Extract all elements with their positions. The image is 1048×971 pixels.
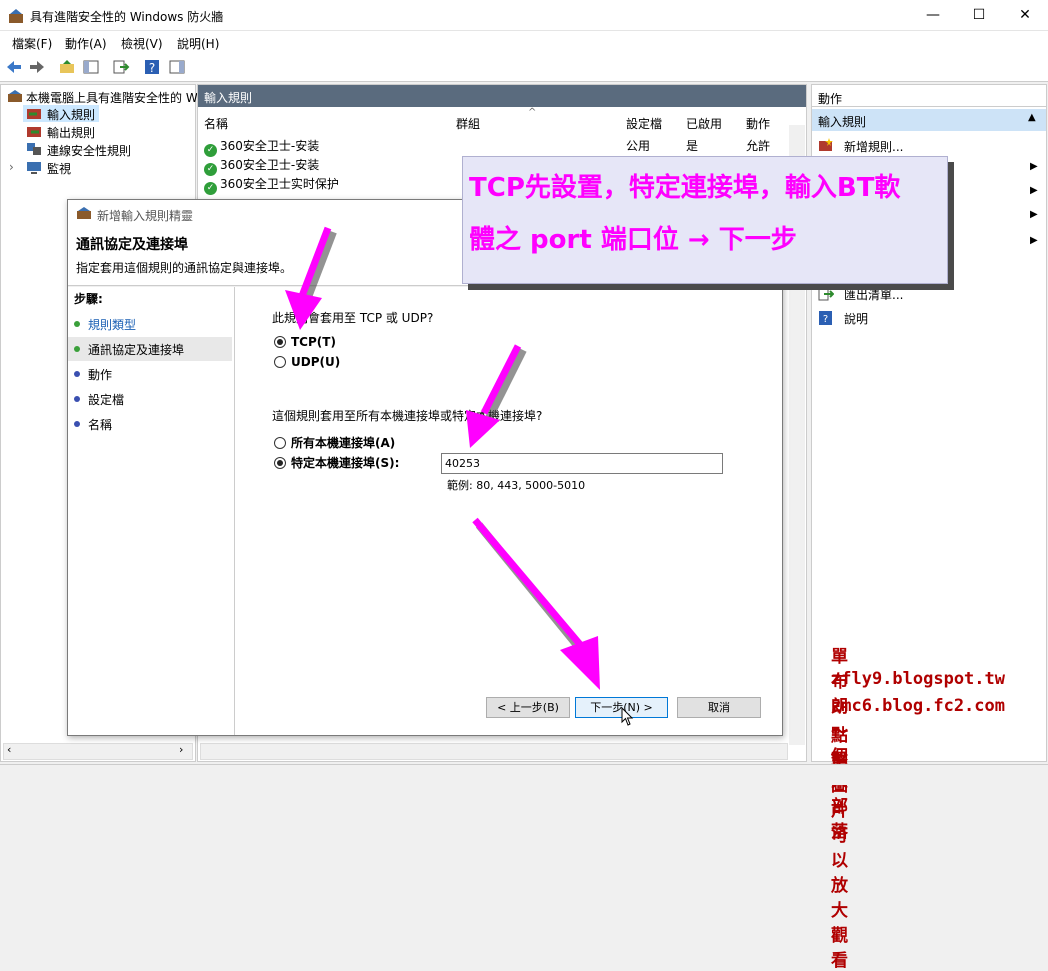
signature-line: zmc6.blog.fc2.com [831, 696, 1005, 716]
maximize-button[interactable]: ☐ [956, 0, 1002, 31]
tree-expand-chevron-icon[interactable]: › [9, 160, 14, 174]
menu-action[interactable]: 動作(A) [65, 35, 107, 52]
connection-security-icon [27, 143, 41, 155]
tree-item-monitor[interactable]: 監視 [47, 160, 71, 177]
minimize-button[interactable]: — [910, 0, 956, 31]
rule-action: 允許 [746, 139, 771, 153]
new-rule-icon [819, 138, 833, 151]
firewall-icon [8, 90, 22, 102]
wizard-subheading: 指定套用這個規則的通訊協定與連接埠。 [76, 261, 293, 275]
forward-arrow-icon[interactable] [28, 58, 46, 76]
firewall-app-icon [9, 9, 23, 23]
outbound-rule-icon [27, 127, 41, 137]
udp-radio[interactable]: UDP(U) [274, 355, 340, 369]
step-name: 名稱 [74, 416, 112, 433]
protocol-question: 此規則會套用至 TCP 或 UDP? [272, 311, 434, 325]
help-icon: ? [819, 311, 832, 325]
mouse-cursor-icon [621, 707, 634, 726]
annotation-callout: TCP先設置，特定連接埠，輸入BT軟 體之 port 端口位 → 下一步 [462, 156, 948, 284]
signature-line: 點擊圖片可以放大觀看 [831, 726, 848, 971]
step-profile: 設定檔 [74, 391, 124, 408]
collapse-triangle-icon[interactable]: ▲ [1028, 112, 1036, 123]
tcp-radio[interactable]: TCP(T) [274, 335, 336, 349]
title-bar: 具有進階安全性的 Windows 防火牆 — ☐ ✕ [0, 0, 1048, 31]
callout-line-2: 體之 port 端口位 → 下一步 [469, 225, 797, 255]
rule-profile: 公用 [626, 139, 651, 153]
svg-text:?: ? [823, 314, 828, 325]
submenu-arrow-icon[interactable]: ▶ [1030, 161, 1038, 172]
actions-section-label: 輸入規則 [818, 115, 867, 129]
menu-bar: 檔案(F) 動作(A) 檢視(V) 說明(H) [0, 31, 1048, 53]
specific-ports-radio[interactable]: 特定本機連接埠(S): [274, 454, 399, 471]
menu-file[interactable]: 檔案(F) [12, 35, 52, 52]
tree-item-outbound[interactable]: 輸出規則 [47, 124, 95, 141]
back-arrow-icon[interactable] [5, 58, 23, 76]
callout-line-1: TCP先設置，特定連接埠，輸入BT軟 [469, 173, 901, 203]
table-row[interactable]: ✓ 360安全卫士-安装 [204, 156, 319, 176]
action-export-list[interactable]: 匯出清單... [844, 286, 903, 303]
wizard-title: 新增輸入規則精靈 [97, 209, 194, 223]
step-rule-type[interactable]: 規則類型 [74, 316, 136, 333]
rule-name: 360安全卫士-安装 [220, 139, 320, 153]
port-example: 範例: 80, 443, 5000-5010 [447, 479, 586, 492]
rule-name: 360安全卫士实时保护 [220, 177, 339, 191]
scroll-right-icon[interactable]: › [179, 743, 183, 756]
port-input[interactable] [441, 453, 723, 474]
wizard-steps: 步驟: 規則類型 通訊協定及連接埠 動作 設定檔 名稱 [68, 287, 234, 735]
tree-root[interactable]: 本機電腦上具有進階安全性的 W [26, 89, 198, 106]
toolbar: ? [0, 53, 1048, 82]
table-row[interactable]: ✓ 360安全卫士实时保护 [204, 175, 339, 195]
wizard-heading: 通訊協定及連接埠 [76, 237, 188, 253]
step-action: 動作 [74, 366, 112, 383]
export-list-icon [818, 287, 834, 301]
svg-text:?: ? [149, 61, 155, 75]
close-button[interactable]: ✕ [1002, 0, 1048, 31]
ports-question: 這個規則套用至所有本機連接埠或特定本機連接埠? [272, 409, 543, 423]
show-action-pane-icon[interactable] [168, 58, 186, 76]
back-button[interactable]: < 上一步(B) [486, 697, 570, 718]
firewall-icon [77, 207, 91, 219]
signature-line: zfly9.blogspot.tw [831, 669, 1005, 689]
column-profile[interactable]: 設定檔 [626, 115, 662, 132]
submenu-arrow-icon[interactable]: ▶ [1030, 185, 1038, 196]
enabled-check-icon: ✓ [204, 182, 217, 195]
list-horizontal-scrollbar[interactable] [200, 743, 788, 760]
column-action[interactable]: 動作 [746, 115, 770, 132]
export-icon[interactable] [112, 58, 130, 76]
column-enabled[interactable]: 已啟用 [686, 115, 722, 132]
rule-enabled: 是 [686, 139, 699, 153]
menu-help[interactable]: 說明(H) [177, 35, 219, 52]
column-name[interactable]: 名稱 [204, 115, 228, 132]
actions-section-inbound[interactable]: 輸入規則 ▲ [812, 109, 1046, 131]
up-folder-icon[interactable] [58, 58, 76, 76]
action-new-rule[interactable]: 新增規則... [844, 138, 903, 155]
list-header-bar: 輸入規則 [198, 85, 806, 107]
all-ports-radio[interactable]: 所有本機連接埠(A) [274, 434, 395, 451]
inbound-rule-icon [27, 109, 41, 119]
scroll-left-icon[interactable]: ‹ [7, 743, 11, 756]
show-hide-tree-icon[interactable] [82, 58, 100, 76]
actions-header: 動作 [812, 85, 1046, 107]
table-row[interactable]: ✓ 360安全卫士-安装 [204, 137, 319, 157]
submenu-arrow-icon[interactable]: ▶ [1030, 235, 1038, 246]
submenu-arrow-icon[interactable]: ▶ [1030, 209, 1038, 220]
step-protocol-ports[interactable]: 通訊協定及連接埠 [74, 341, 184, 358]
sort-chevron-icon: ^ [528, 107, 537, 118]
steps-label: 步驟: [74, 292, 103, 306]
column-group[interactable]: 群組 [456, 115, 480, 132]
tree-item-connection-security[interactable]: 連線安全性規則 [47, 142, 131, 159]
list-header-title: 輸入規則 [204, 91, 253, 105]
window-title: 具有進階安全性的 Windows 防火牆 [30, 10, 224, 24]
help-icon[interactable]: ? [143, 58, 161, 76]
wizard-body: 此規則會套用至 TCP 或 UDP? TCP(T) UDP(U) 這個規則套用至… [234, 287, 782, 735]
rule-name: 360安全卫士-安装 [220, 158, 320, 172]
status-bar [0, 764, 1048, 785]
tree-horizontal-scrollbar[interactable] [3, 743, 193, 760]
tree-item-inbound[interactable]: 輸入規則 [47, 106, 95, 123]
action-help[interactable]: 說明 [844, 310, 868, 327]
monitor-icon [27, 162, 41, 174]
actions-header-title: 動作 [818, 92, 843, 106]
menu-view[interactable]: 檢視(V) [121, 35, 163, 52]
cancel-button[interactable]: 取消 [677, 697, 761, 718]
